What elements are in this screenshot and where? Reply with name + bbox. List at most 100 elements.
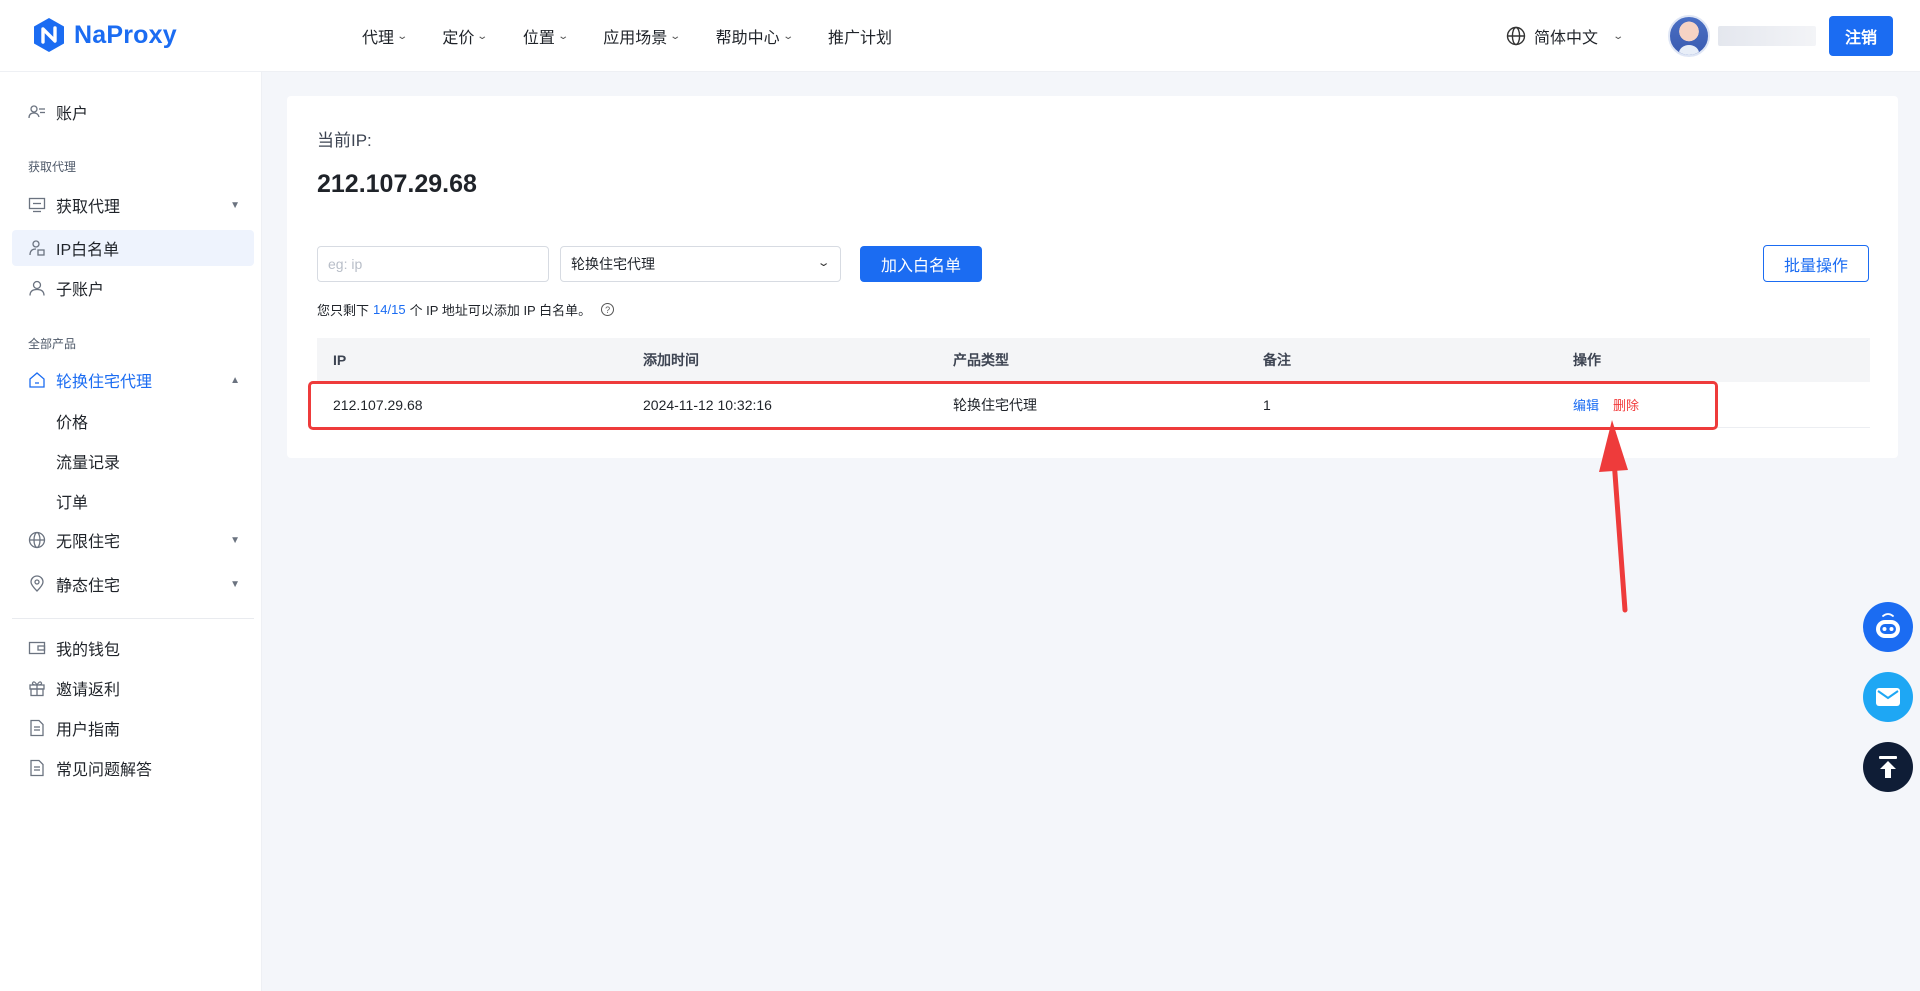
sidebar-item-label: 静态住宅 bbox=[56, 578, 121, 595]
ip-input[interactable] bbox=[317, 246, 549, 282]
edit-link[interactable]: 编辑 bbox=[1573, 395, 1599, 414]
nav-label: 帮助中心 bbox=[715, 30, 780, 47]
whitelist-quota-hint: 您只剩下 14/15 个 IP 地址可以添加 IP 白名单。 ? bbox=[317, 300, 615, 319]
product-type-selected-value: 轮换住宅代理 bbox=[571, 256, 655, 272]
sidebar-item-static-residential[interactable]: 静态住宅 ▼ bbox=[12, 566, 254, 602]
annotation-arrow-icon bbox=[1599, 420, 1628, 613]
sidebar-subitem-orders[interactable]: 订单 bbox=[56, 489, 88, 513]
nav-item-proxy[interactable]: 代理 ⌄ bbox=[362, 24, 409, 48]
sidebar-item-invite-rebate[interactable]: 邀请返利 bbox=[12, 670, 254, 706]
sidebar-item-label: 获取代理 bbox=[56, 199, 121, 216]
sidebar-item-label: 我的钱包 bbox=[56, 642, 121, 659]
cell-ip: 212.107.29.68 bbox=[333, 396, 423, 413]
language-label: 简体中文 bbox=[1534, 30, 1599, 47]
chevron-down-icon: ⌄ bbox=[1612, 30, 1625, 42]
chevron-down-icon: ⌄ bbox=[781, 30, 794, 42]
nav-label: 应用场景 bbox=[603, 30, 668, 47]
nav-item-affiliate[interactable]: 推广计划 bbox=[828, 24, 892, 48]
naproxy-logo-icon bbox=[34, 18, 64, 52]
globe-icon bbox=[28, 531, 46, 549]
sidebar-item-user-guide[interactable]: 用户指南 bbox=[12, 710, 254, 746]
whitelist-table: IP 添加时间 产品类型 备注 操作 212.107.29.68 2024-11… bbox=[317, 338, 1870, 428]
nav-label: 位置 bbox=[522, 30, 555, 47]
sidebar-group-label: 全部产品 bbox=[28, 337, 77, 351]
cell-product-type: 轮换住宅代理 bbox=[953, 396, 1037, 413]
chevron-down-icon: ⌄ bbox=[476, 30, 489, 42]
help-icon[interactable]: ? bbox=[601, 303, 615, 316]
nav-label: 推广计划 bbox=[828, 30, 893, 47]
caret-up-icon: ▲ bbox=[230, 374, 240, 386]
sidebar: 账户 获取代理 获取代理 ▼ IP白名单 子账户 全部产品 轮换住宅代理 ▲ 价… bbox=[0, 72, 262, 991]
sidebar-item-label: 常见问题解答 bbox=[56, 762, 153, 779]
chevron-down-icon: ⌄ bbox=[669, 30, 682, 42]
hint-suffix: 个 IP 地址可以添加 IP 白名单。 bbox=[409, 303, 592, 318]
column-header-remark: 备注 bbox=[1263, 352, 1291, 368]
sidebar-item-unlimited-residential[interactable]: 无限住宅 ▼ bbox=[12, 522, 254, 558]
back-to-top-button[interactable] bbox=[1863, 742, 1913, 792]
sidebar-item-label: 子账户 bbox=[56, 282, 105, 299]
chatbot-button[interactable] bbox=[1863, 602, 1913, 652]
column-header-ip: IP bbox=[333, 352, 347, 368]
sidebar-item-label: 邀请返利 bbox=[56, 682, 121, 699]
nav-label: 定价 bbox=[442, 30, 475, 47]
sidebar-item-account[interactable]: 账户 bbox=[12, 94, 254, 130]
sidebar-item-label: 轮换住宅代理 bbox=[56, 374, 153, 391]
sidebar-item-label: IP白名单 bbox=[56, 242, 120, 259]
document-icon bbox=[28, 719, 46, 737]
language-selector[interactable]: 简体中文 ⌄ bbox=[1506, 24, 1625, 48]
sidebar-item-wallet[interactable]: 我的钱包 bbox=[12, 630, 254, 666]
monitor-icon bbox=[28, 196, 46, 214]
chevron-down-icon: ⌄ bbox=[557, 30, 569, 42]
arrow-up-to-top-icon bbox=[1879, 756, 1897, 778]
home-icon bbox=[28, 371, 46, 389]
sidebar-group-label: 获取代理 bbox=[28, 160, 77, 174]
caret-down-icon: ▼ bbox=[230, 534, 240, 546]
location-pin-icon bbox=[28, 575, 46, 593]
sidebar-item-get-proxy[interactable]: 获取代理 ▼ bbox=[12, 187, 254, 223]
username-redacted bbox=[1718, 26, 1816, 46]
caret-down-icon: ▼ bbox=[230, 199, 240, 211]
column-header-actions: 操作 bbox=[1573, 352, 1601, 368]
sidebar-item-rotating-residential[interactable]: 轮换住宅代理 ▲ bbox=[12, 362, 254, 398]
user-icon bbox=[28, 279, 46, 297]
cell-remark: 1 bbox=[1263, 396, 1271, 413]
chevron-down-icon: ⌄ bbox=[396, 30, 409, 42]
column-header-product-type: 产品类型 bbox=[953, 352, 1009, 368]
delete-link[interactable]: 删除 bbox=[1613, 395, 1639, 414]
hint-prefix: 您只剩下 bbox=[317, 303, 370, 318]
sidebar-item-faq[interactable]: 常见问题解答 bbox=[12, 750, 254, 786]
nav-item-help-center[interactable]: 帮助中心 ⌄ bbox=[715, 24, 794, 48]
table-header: IP 添加时间 产品类型 备注 操作 bbox=[317, 338, 1870, 382]
sidebar-item-ip-whitelist[interactable]: IP白名单 bbox=[12, 230, 254, 266]
user-avatar[interactable] bbox=[1668, 15, 1710, 57]
sidebar-divider bbox=[12, 618, 254, 619]
robot-icon bbox=[1876, 613, 1900, 638]
sidebar-subitem-traffic-records[interactable]: 流量记录 bbox=[56, 449, 120, 473]
brand-logo[interactable]: NaProxy bbox=[32, 16, 177, 54]
product-type-select[interactable]: 轮换住宅代理 ⌄ bbox=[560, 246, 841, 282]
gift-icon bbox=[28, 679, 46, 697]
nav-item-use-cases[interactable]: 应用场景 ⌄ bbox=[603, 24, 682, 48]
chevron-down-icon: ⌄ bbox=[816, 257, 831, 269]
table-row: 212.107.29.68 2024-11-12 10:32:16 轮换住宅代理… bbox=[317, 382, 1870, 428]
caret-down-icon: ▼ bbox=[230, 578, 240, 590]
logout-button[interactable]: 注销 bbox=[1829, 16, 1893, 56]
globe-icon bbox=[1506, 26, 1526, 46]
lock-user-icon bbox=[28, 239, 46, 257]
sidebar-item-sub-account[interactable]: 子账户 bbox=[12, 270, 254, 306]
cell-actions: 编辑 删除 bbox=[1557, 395, 1870, 414]
cell-added-time: 2024-11-12 10:32:16 bbox=[643, 396, 772, 413]
sidebar-item-label: 用户指南 bbox=[56, 722, 121, 739]
nav-item-pricing[interactable]: 定价 ⌄ bbox=[442, 24, 489, 48]
nav-label: 代理 bbox=[362, 30, 395, 47]
nav-item-locations[interactable]: 位置 ⌄ bbox=[522, 24, 569, 48]
top-navigation-bar: NaProxy 代理 ⌄ 定价 ⌄ 位置 ⌄ 应用场景 ⌄ 帮助中心 ⌄ 推广计划 简体中… bbox=[0, 0, 1920, 72]
sidebar-item-label: 无限住宅 bbox=[56, 534, 121, 551]
contact-email-button[interactable] bbox=[1863, 672, 1913, 722]
mail-icon bbox=[1876, 688, 1900, 706]
batch-operation-button[interactable]: 批量操作 bbox=[1763, 245, 1869, 282]
document-icon bbox=[28, 759, 46, 777]
add-to-whitelist-button[interactable]: 加入白名单 bbox=[860, 246, 982, 282]
sidebar-subitem-price[interactable]: 价格 bbox=[56, 409, 88, 433]
ip-whitelist-panel: 当前IP: 212.107.29.68 轮换住宅代理 ⌄ 加入白名单 批量操作 … bbox=[287, 96, 1898, 458]
